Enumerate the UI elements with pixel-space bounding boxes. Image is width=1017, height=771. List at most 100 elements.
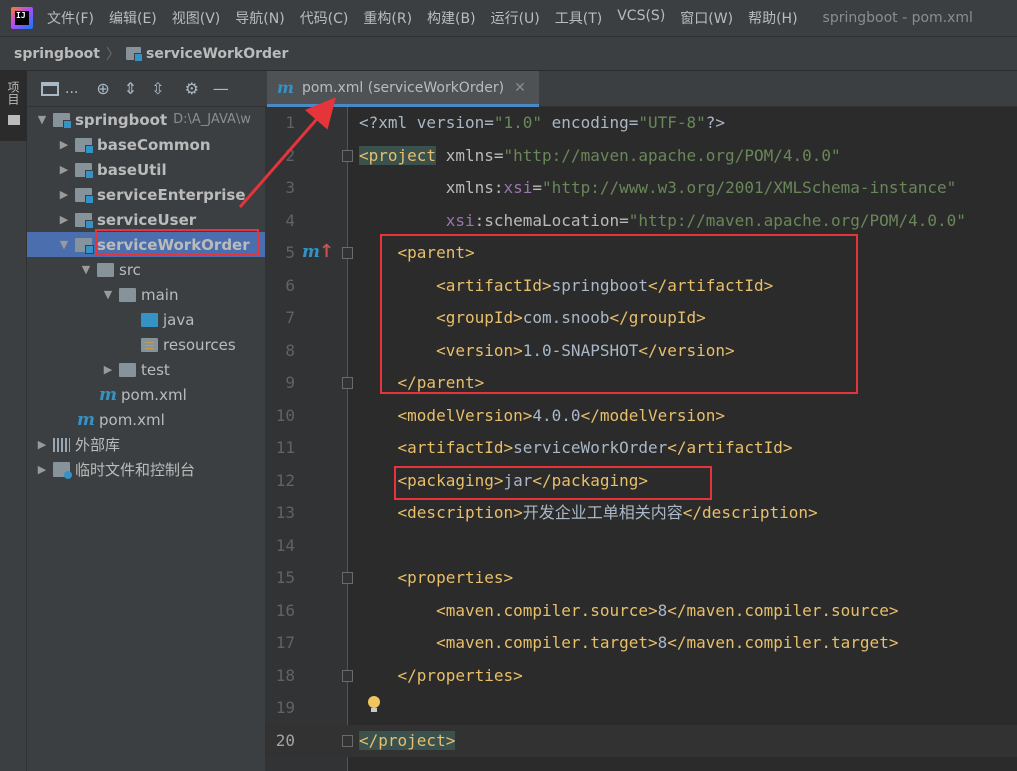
code-text: <modelVersion>4.0.0</modelVersion> xyxy=(359,400,726,432)
code-line[interactable]: 19 xyxy=(265,692,1017,724)
code-token: <parent> xyxy=(359,243,475,262)
gear-icon[interactable]: ⚙ xyxy=(185,79,199,98)
resources-folder-icon xyxy=(141,337,158,352)
chevron-right-icon[interactable]: ▶ xyxy=(101,363,115,376)
code-line[interactable]: 13 <description>开发企业工单相关内容</description> xyxy=(265,497,1017,529)
chevron-right-icon[interactable]: ▶ xyxy=(57,163,71,176)
menu-item[interactable]: 构建(B) xyxy=(427,8,476,28)
code-editor[interactable]: 1 <?xml version="1.0" encoding="UTF-8"?> 2… xyxy=(265,107,1017,771)
code-token: </description> xyxy=(682,503,818,522)
chevron-down-icon[interactable]: ▼ xyxy=(101,288,115,301)
tree-item-module[interactable]: ▶ serviceUser xyxy=(27,207,265,232)
code-line[interactable]: 9 </parent> xyxy=(265,367,1017,399)
code-line[interactable]: 8 <version>1.0-SNAPSHOT</version> xyxy=(265,335,1017,367)
menu-item[interactable]: VCS(S) xyxy=(617,8,665,28)
fold-icon[interactable] xyxy=(342,247,353,259)
code-line[interactable]: 17 <maven.compiler.target>8</maven.compi… xyxy=(265,627,1017,659)
intellij-logo-icon[interactable]: IJ xyxy=(11,7,33,29)
code-line[interactable]: 5 m ↑ <parent> xyxy=(265,237,1017,269)
line-number: 4 xyxy=(285,210,295,230)
fold-icon[interactable] xyxy=(342,377,353,389)
tree-item-label: serviceWorkOrder xyxy=(97,235,250,254)
menu-item[interactable]: 运行(U) xyxy=(491,8,540,28)
project-tool-tab[interactable]: 项目 xyxy=(0,71,27,141)
menu-item[interactable]: 工具(T) xyxy=(555,8,602,28)
code-line[interactable]: 16 <maven.compiler.source>8</maven.compi… xyxy=(265,595,1017,627)
chevron-down-icon[interactable]: ▼ xyxy=(79,263,93,276)
menu-item[interactable]: 视图(V) xyxy=(172,8,221,28)
chevron-right-icon[interactable]: ▶ xyxy=(35,438,49,451)
line-number: 7 xyxy=(285,308,295,327)
chevron-right-icon[interactable]: ▶ xyxy=(57,188,71,201)
code-line[interactable]: 20 </project> xyxy=(265,724,1017,757)
code-line[interactable]: 18 </properties> xyxy=(265,660,1017,692)
tree-item-scratches[interactable]: ▶ 临时文件和控制台 xyxy=(27,457,265,482)
tree-item-label: pom.xml xyxy=(121,385,187,404)
menu-item[interactable]: 帮助(H) xyxy=(748,8,797,28)
tree-item-root-pom[interactable]: m pom.xml xyxy=(27,407,265,432)
fold-icon[interactable] xyxy=(342,572,353,584)
collapse-all-icon[interactable]: ⇳ xyxy=(151,79,164,98)
folder-icon xyxy=(119,287,136,302)
code-text: <version>1.0-SNAPSHOT</version> xyxy=(359,335,735,367)
breadcrumb-root[interactable]: springboot xyxy=(14,46,100,62)
chevron-down-icon[interactable]: ▼ xyxy=(57,238,71,251)
tree-item-serviceworkorder[interactable]: ▼ serviceWorkOrder xyxy=(27,232,265,257)
project-view-selector[interactable]: ... xyxy=(65,81,78,97)
code-line[interactable]: 3 xmlns:xsi="http://www.w3.org/2001/XMLS… xyxy=(265,172,1017,204)
tab-pom-xml[interactable]: m pom.xml (serviceWorkOrder) ✕ xyxy=(267,71,539,107)
code-line[interactable]: 12 <packaging>jar</packaging> xyxy=(265,465,1017,497)
expand-all-icon[interactable]: ⇕ xyxy=(124,79,137,98)
code-line[interactable]: 4 xsi:schemaLocation="http://maven.apach… xyxy=(265,205,1017,237)
hide-icon[interactable]: — xyxy=(213,79,229,98)
tree-item-java[interactable]: java xyxy=(27,307,265,332)
tree-item-src[interactable]: ▼ src xyxy=(27,257,265,282)
chevron-right-icon[interactable]: ▶ xyxy=(57,138,71,151)
lightbulb-icon[interactable] xyxy=(367,696,381,714)
maven-parent-gutter-icon[interactable]: m xyxy=(302,242,320,262)
code-line[interactable]: 6 <artifactId>springboot</artifactId> xyxy=(265,270,1017,302)
chevron-right-icon[interactable]: ▶ xyxy=(35,463,49,476)
tree-item-external-libs[interactable]: ▶ 外部库 xyxy=(27,432,265,457)
tree-root[interactable]: ▼ springboot D:\A_JAVA\w xyxy=(27,107,265,132)
close-icon[interactable]: ✕ xyxy=(514,80,526,96)
menu-item[interactable]: 导航(N) xyxy=(235,8,284,28)
fold-icon[interactable] xyxy=(342,149,353,162)
tree-root-label: springboot xyxy=(75,110,168,129)
menu-item[interactable]: 文件(F) xyxy=(47,8,94,28)
code-line[interactable]: 14 xyxy=(265,530,1017,562)
project-view-icon[interactable] xyxy=(41,81,59,96)
tree-item-module[interactable]: ▶ serviceEnterprise xyxy=(27,182,265,207)
tree-item-module[interactable]: ▶ baseUtil xyxy=(27,157,265,182)
chevron-right-icon[interactable]: ▶ xyxy=(57,213,71,226)
code-token: <maven.compiler.source> xyxy=(359,600,658,620)
tree-item-label: pom.xml xyxy=(99,410,165,429)
tree-item-module[interactable]: ▶ baseCommon xyxy=(27,132,265,157)
breadcrumb-module[interactable]: serviceWorkOrder xyxy=(146,46,288,62)
code-line[interactable]: 2 <project xmlns="http://maven.apache.org… xyxy=(265,140,1017,172)
line-number: 16 xyxy=(275,600,295,620)
code-token: :schemaLocation= xyxy=(474,210,629,230)
chevron-down-icon[interactable]: ▼ xyxy=(35,113,49,126)
maven-m-icon: m xyxy=(99,384,117,405)
code-line[interactable]: 1 <?xml version="1.0" encoding="UTF-8"?> xyxy=(265,107,1017,139)
code-line[interactable]: 7 <groupId>com.snoob</groupId> xyxy=(265,302,1017,334)
menu-item[interactable]: 窗口(W) xyxy=(680,8,733,28)
menu-item[interactable]: 编辑(E) xyxy=(109,8,157,28)
code-line[interactable]: 10 <modelVersion>4.0.0</modelVersion> xyxy=(265,400,1017,432)
code-token: "http://maven.apache.org/POM/4.0.0" xyxy=(503,145,841,165)
tree-item-module-pom[interactable]: m pom.xml xyxy=(27,382,265,407)
tree-root-path: D:\A_JAVA\w xyxy=(173,112,251,127)
tree-item-main[interactable]: ▼ main xyxy=(27,282,265,307)
code-line[interactable]: 11 <artifactId>serviceWorkOrder</artifac… xyxy=(265,432,1017,464)
tree-item-resources[interactable]: resources xyxy=(27,332,265,357)
line-number: 13 xyxy=(275,503,295,522)
tree-item-test[interactable]: ▶ test xyxy=(27,357,265,382)
menu-item[interactable]: 重构(R) xyxy=(363,8,412,28)
fold-icon[interactable] xyxy=(342,669,353,682)
code-line[interactable]: 15 <properties> xyxy=(265,562,1017,594)
menu-item[interactable]: 代码(C) xyxy=(300,8,349,28)
locate-icon[interactable]: ⊕ xyxy=(96,79,109,98)
fold-icon[interactable] xyxy=(342,734,353,747)
code-text: xmlns:xsi="http://www.w3.org/2001/XMLSch… xyxy=(359,172,957,204)
